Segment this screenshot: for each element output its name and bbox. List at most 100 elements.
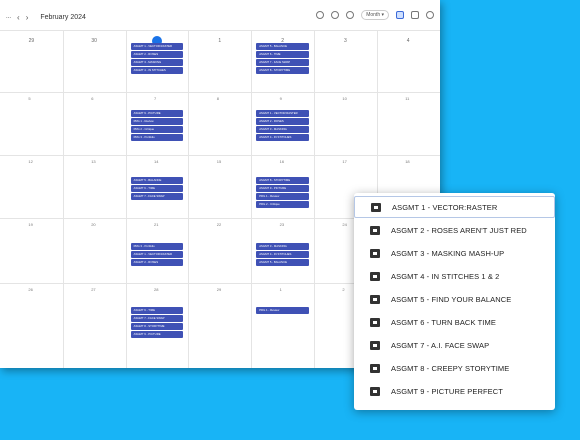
day-number[interactable]: 5 (28, 96, 30, 101)
menu-item-label: ASGMT 8 - CREEPY STORYTIME (391, 363, 510, 373)
calendar-event-chip[interactable]: PRG 2 - Critique (130, 126, 184, 133)
calendar-event-chip[interactable]: PRG 3 - Portfolio (130, 134, 184, 141)
document-icon (370, 225, 380, 235)
prev-month-button[interactable]: ‹ (17, 13, 20, 22)
calendar-event-chip[interactable]: ASGMT 2 - ROSES (130, 51, 184, 58)
column-divider (125, 30, 127, 368)
calendar-event-chip[interactable]: ASGMT 1 - VECTOR:RASTER (130, 43, 184, 50)
day-number[interactable]: 16 (280, 159, 284, 164)
calendar-event-chip[interactable]: ASGMT 9 - PICTURE (256, 185, 309, 192)
calendar-event-chip[interactable]: ASGMT 3 - MASKING (256, 243, 309, 250)
calendar-event-chip[interactable]: ASGMT 6 - TIME (256, 51, 309, 58)
menu-item-label: ASGMT 6 - TURN BACK TIME (391, 317, 496, 327)
day-number[interactable]: 18 (405, 159, 409, 164)
day-number[interactable]: 28 (154, 287, 158, 292)
menu-item-asgmt-4[interactable]: ASGMT 4 - IN STITCHES 1 & 2 (354, 265, 555, 287)
day-number[interactable]: 10 (342, 96, 346, 101)
day-number[interactable]: 7 (154, 96, 156, 101)
calendar-event-chip[interactable]: ASGMT 2 - ROSES (130, 259, 184, 266)
calendar-toolbar: ... ‹ › February 2024 Month ▾ (0, 0, 440, 34)
row-divider (0, 92, 440, 93)
day-number[interactable]: 22 (217, 222, 221, 227)
day-number[interactable]: 3 (314, 38, 377, 44)
day-number[interactable]: 17 (342, 159, 346, 164)
calendar-event-chip[interactable]: ASGMT 6 - TIME (130, 307, 184, 314)
help-icon[interactable] (331, 11, 340, 19)
calendar-event-chip[interactable]: ASGMT 5 - BALANCE (256, 43, 309, 50)
menu-item-asgmt-7[interactable]: ASGMT 7 - A.I. FACE SWAP (354, 334, 555, 356)
calendar-event-chip[interactable]: ASGMT 4 - IN STITCHES (256, 134, 309, 141)
calendar-event-chip[interactable]: ASGMT 8 - STORYTIME (130, 323, 184, 330)
menu-item-asgmt-9[interactable]: ASGMT 9 - PICTURE PERFECT (354, 380, 555, 402)
day-number[interactable]: 29 (0, 38, 63, 44)
search-icon[interactable] (316, 11, 325, 19)
calendar-event-chip[interactable]: ASGMT 6 - TIME (130, 185, 184, 192)
calendar-event-chip[interactable]: ASGMT 5 - BALANCE (130, 177, 184, 184)
day-number[interactable]: 8 (217, 96, 219, 101)
day-number[interactable]: 2 (342, 287, 344, 292)
day-number[interactable]: 11 (405, 96, 409, 101)
day-number[interactable]: 27 (91, 287, 95, 292)
tasks-view-icon[interactable] (411, 11, 419, 19)
calendar-event-chip[interactable]: PRG 3 - Portfolio (130, 243, 184, 250)
day-number[interactable]: 23 (280, 222, 284, 227)
day-number[interactable]: 1 (280, 287, 282, 292)
day-number[interactable]: 29 (217, 287, 221, 292)
day-number[interactable]: 26 (28, 287, 32, 292)
calendar-event-chip[interactable]: ASGMT 4 - IN STITCHES (256, 251, 309, 258)
calendar-event-chip[interactable]: PRG 1 - Review (256, 193, 309, 200)
menu-item-asgmt-2[interactable]: ASGMT 2 - ROSES AREN'T JUST RED (354, 219, 555, 241)
day-number[interactable]: 19 (28, 222, 32, 227)
menu-item-asgmt-1[interactable]: ASGMT 1 - VECTOR:RASTER (354, 196, 555, 218)
day-number[interactable]: 12 (28, 159, 32, 164)
day-number[interactable]: 13 (91, 159, 95, 164)
document-icon (370, 386, 380, 396)
calendar-event-chip[interactable]: ASGMT 9 - PICTURE (130, 110, 184, 117)
calendar-event-chip[interactable]: ASGMT 9 - PICTURE (130, 331, 184, 338)
menu-item-label: ASGMT 7 - A.I. FACE SWAP (391, 340, 490, 350)
day-number[interactable]: 21 (154, 222, 158, 227)
settings-gear-icon[interactable] (346, 11, 355, 19)
menu-item-asgmt-8[interactable]: ASGMT 8 - CREEPY STORYTIME (354, 357, 555, 379)
row-divider (0, 30, 440, 31)
calendar-event-chip[interactable]: ASGMT 7 - FACE SWAP (256, 59, 309, 66)
day-number[interactable]: 6 (91, 96, 93, 101)
calendar-event-chip[interactable]: ASGMT 7 - FACE SWAP (130, 315, 184, 322)
calendar-event-chip[interactable]: ASGMT 3 - MASKING (130, 59, 184, 66)
menu-item-asgmt-3[interactable]: ASGMT 3 - MASKING MASH-UP (354, 242, 555, 264)
menu-item-label: ASGMT 2 - ROSES AREN'T JUST RED (391, 225, 527, 235)
row-divider (0, 155, 440, 156)
calendar-event-chip[interactable]: PRG 2 - Critique (256, 201, 309, 208)
day-number[interactable]: 30 (63, 38, 126, 44)
document-icon (370, 294, 380, 304)
calendar-event-chip[interactable]: ASGMT 5 - BALANCE (256, 259, 309, 266)
day-number[interactable]: 14 (154, 159, 158, 164)
calendar-event-chip[interactable]: ASGMT 3 - MASKING (256, 126, 309, 133)
column-divider (188, 30, 190, 368)
menu-item-asgmt-6[interactable]: ASGMT 6 - TURN BACK TIME (354, 311, 555, 333)
calendar-event-chip[interactable]: ASGMT 1 - VECTOR:RASTER (256, 110, 309, 117)
calendar-event-chip[interactable]: ASGMT 4 - IN STITCHES (130, 67, 184, 74)
calendar-event-chip[interactable]: ASGMT 2 - ROSES (256, 118, 309, 125)
calendar-event-chip[interactable]: ASGMT 8 - STORYTIME (256, 177, 309, 184)
day-number[interactable]: 1 (188, 38, 251, 44)
calendar-event-chip[interactable]: PRG 1 - Review (130, 118, 184, 125)
calendar-event-chip[interactable]: ASGMT 7 - FACE SWAP (130, 193, 184, 200)
menu-item-asgmt-5[interactable]: ASGMT 5 - FIND YOUR BALANCE (354, 288, 555, 310)
toolbar-actions: Month ▾ (316, 10, 434, 20)
apps-grid-icon[interactable] (426, 11, 434, 19)
day-number[interactable]: 20 (91, 222, 95, 227)
calendar-event-chip[interactable]: ASGMT 1 - VECTOR:RASTER (130, 251, 184, 258)
day-number[interactable]: 15 (217, 159, 221, 164)
view-selector[interactable]: Month ▾ (361, 10, 389, 20)
document-icon (370, 317, 380, 327)
day-number[interactable]: 4 (377, 38, 440, 44)
calendar-event-chip[interactable]: PRG 1 - Review (256, 307, 309, 314)
day-number[interactable]: 9 (280, 96, 282, 101)
document-icon (370, 271, 380, 281)
menu-item-label: ASGMT 4 - IN STITCHES 1 & 2 (391, 271, 500, 281)
day-number[interactable]: 24 (342, 222, 346, 227)
calendar-view-icon[interactable] (396, 11, 404, 19)
next-month-button[interactable]: › (26, 13, 29, 22)
calendar-event-chip[interactable]: ASGMT 8 - STORYTIME (256, 67, 309, 74)
